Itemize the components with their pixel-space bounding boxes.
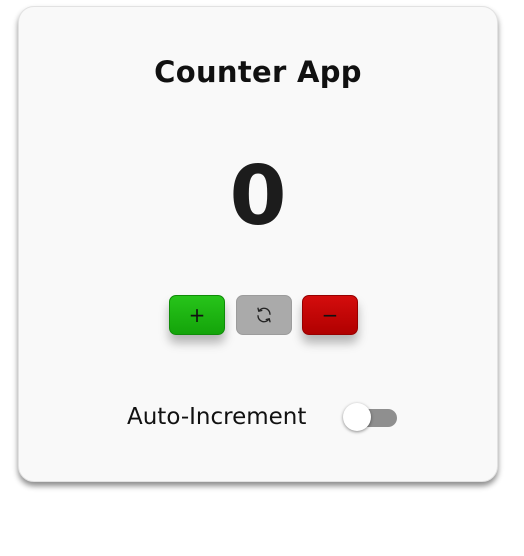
auto-increment-row: Auto-Increment: [19, 402, 497, 434]
minus-icon: −: [321, 303, 339, 327]
reset-button[interactable]: [236, 295, 292, 335]
auto-increment-toggle[interactable]: [343, 403, 397, 431]
toggle-knob: [343, 403, 371, 431]
increment-button[interactable]: +: [169, 295, 225, 335]
counter-value: 0: [229, 149, 287, 244]
plus-icon: +: [188, 303, 206, 327]
counter-card: Counter App 0 + − Auto-Increment: [18, 6, 498, 482]
auto-increment-label: Auto-Increment: [127, 404, 307, 430]
decrement-button[interactable]: −: [302, 295, 358, 335]
app-title: Counter App: [154, 55, 362, 89]
refresh-icon: [257, 307, 271, 323]
